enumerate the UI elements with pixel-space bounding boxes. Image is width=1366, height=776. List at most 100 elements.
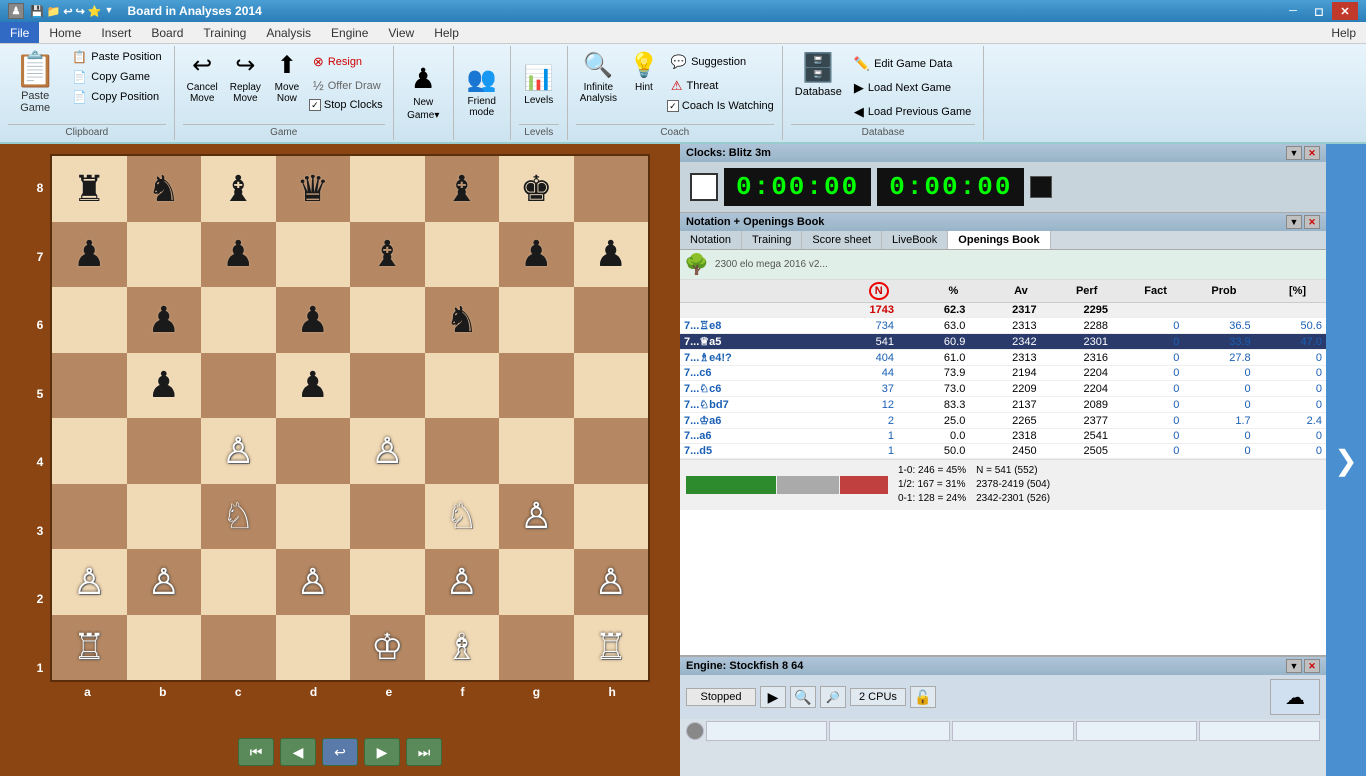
board-cell-2-3[interactable]: ♟ [276,287,351,353]
board-cell-1-4[interactable]: ♝ [350,222,425,288]
menu-analysis[interactable]: Analysis [256,22,321,43]
board-cell-1-6[interactable]: ♟ [499,222,574,288]
prev-move-button[interactable]: ◀ [280,738,316,766]
undo-move-button[interactable]: ↩ [322,738,358,766]
stop-clocks-checkbox[interactable]: ✓ [309,99,321,111]
board-cell-6-6[interactable] [499,549,574,615]
dropdown-icon[interactable]: ▼ [105,5,114,18]
board-cell-5-1[interactable] [127,484,202,550]
board-cell-5-6[interactable]: ♙ [499,484,574,550]
board-cell-0-4[interactable] [350,156,425,222]
tab-livebook[interactable]: LiveBook [882,231,948,249]
move-link-2[interactable]: 7...♗e4!? [684,352,732,364]
board-cell-7-0[interactable]: ♖ [52,615,127,681]
board-cell-0-7[interactable] [574,156,649,222]
menu-home[interactable]: Home [39,22,91,43]
move-row-8[interactable]: 7...d5 1 50.0 2450 2505 0 0 0 [680,444,1326,459]
board-cell-2-1[interactable]: ♟ [127,287,202,353]
save-icon[interactable]: 💾 [30,5,44,18]
menu-insert[interactable]: Insert [91,22,141,43]
next-move-button[interactable]: ▶ [364,738,400,766]
move-link-5[interactable]: 7...♘bd7 [684,399,729,411]
engine-stopped-button[interactable]: Stopped [686,688,756,706]
board-cell-2-2[interactable] [201,287,276,353]
board-cell-1-1[interactable] [127,222,202,288]
board-cell-0-3[interactable]: ♛ [276,156,351,222]
menu-help[interactable]: Help [424,22,469,43]
col-header-av[interactable]: Av [960,285,1028,297]
board-cell-7-6[interactable] [499,615,574,681]
menu-board[interactable]: Board [141,22,193,43]
board-cell-6-7[interactable]: ♙ [574,549,649,615]
board-cell-0-6[interactable]: ♚ [499,156,574,222]
board-cell-5-5[interactable]: ♘ [425,484,500,550]
move-row-2[interactable]: 7...♗e4!? 404 61.0 2313 2316 0 27.8 0 [680,350,1326,366]
board-cell-3-3[interactable]: ♟ [276,353,351,419]
tab-training[interactable]: Training [742,231,802,249]
board-cell-3-2[interactable] [201,353,276,419]
menu-training[interactable]: Training [193,22,256,43]
board-cell-7-1[interactable] [127,615,202,681]
board-cell-2-4[interactable] [350,287,425,353]
board-cell-7-5[interactable]: ♗ [425,615,500,681]
board-cell-1-3[interactable] [276,222,351,288]
engine-collapse-button[interactable]: ▼ [1286,659,1302,673]
col-header-perf[interactable]: Perf [1030,285,1098,297]
board-cell-4-2[interactable]: ♙ [201,418,276,484]
tab-openings-book[interactable]: Openings Book [948,231,1050,249]
first-move-button[interactable]: ⏮ [238,738,274,766]
coach-watching-checkbox[interactable]: ✓ [667,100,679,112]
col-header-fact[interactable]: Fact [1099,285,1167,297]
board-cell-2-6[interactable] [499,287,574,353]
friend-mode-button[interactable]: 👥 Friendmode [462,62,502,121]
board-cell-0-1[interactable]: ♞ [127,156,202,222]
board-cell-3-4[interactable] [350,353,425,419]
board-cell-6-0[interactable]: ♙ [52,549,127,615]
close-button[interactable]: ✕ [1332,2,1358,20]
help-link[interactable]: Help [1321,22,1366,43]
move-row-5[interactable]: 7...♘bd7 12 83.3 2137 2089 0 0 0 [680,397,1326,413]
restore-button[interactable]: ◻ [1306,2,1332,20]
board-cell-0-5[interactable]: ♝ [425,156,500,222]
menu-view[interactable]: View [378,22,424,43]
board-cell-4-1[interactable] [127,418,202,484]
engine-play-button[interactable]: ▶ [760,686,786,708]
move-now-button[interactable]: ⬆ MoveNow [269,48,305,107]
load-next-game-button[interactable]: ▶ Load Next Game [850,78,975,98]
board-cell-4-5[interactable] [425,418,500,484]
col-header-pctbig[interactable]: [%] [1238,285,1306,297]
board-cell-7-7[interactable]: ♖ [574,615,649,681]
star-icon[interactable]: ⭐ [88,5,102,18]
board-cell-3-7[interactable] [574,353,649,419]
stop-clocks-button[interactable]: ✓ Stop Clocks [309,99,385,111]
board-cell-6-3[interactable]: ♙ [276,549,351,615]
minimize-button[interactable]: ─ [1280,2,1306,20]
board-cell-1-7[interactable]: ♟ [574,222,649,288]
open-icon[interactable]: 📁 [47,5,61,18]
notation-close-button[interactable]: ✕ [1304,215,1320,229]
board-cell-1-0[interactable]: ♟ [52,222,127,288]
notation-collapse-button[interactable]: ▼ [1286,215,1302,229]
board-cell-7-3[interactable] [276,615,351,681]
tab-notation[interactable]: Notation [680,231,742,249]
move-link-0[interactable]: 7...♖e8 [684,320,721,332]
levels-button[interactable]: 📊 Levels [519,61,559,109]
infinite-analysis-button[interactable]: 🔍 InfiniteAnalysis [576,48,621,107]
engine-zoom-in-button[interactable]: 🔍 [790,686,816,708]
engine-cloud-button[interactable]: ☁ [1270,679,1320,715]
board-cell-4-7[interactable] [574,418,649,484]
move-row-1[interactable]: 7...♕a5 541 60.9 2342 2301 0 33.9 47.0 [680,334,1326,350]
copy-position-button[interactable]: 📄 Copy Position [68,88,165,106]
clocks-close-button[interactable]: ✕ [1304,146,1320,160]
board-cell-4-0[interactable] [52,418,127,484]
move-row-7[interactable]: 7...a6 1 0.0 2318 2541 0 0 0 [680,429,1326,444]
board-cell-6-1[interactable]: ♙ [127,549,202,615]
board-cell-6-4[interactable] [350,549,425,615]
board-cell-7-4[interactable]: ♔ [350,615,425,681]
col-header-n[interactable]: N [821,282,889,300]
board-cell-2-7[interactable] [574,287,649,353]
engine-lock-button[interactable]: 🔓 [910,686,936,708]
board-cell-5-4[interactable] [350,484,425,550]
board-cell-2-5[interactable]: ♞ [425,287,500,353]
move-link-7[interactable]: 7...a6 [684,430,712,442]
